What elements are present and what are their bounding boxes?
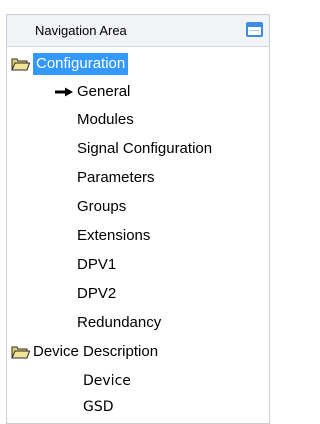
panel-header: Navigation Area [7,15,269,47]
tree-item-label: DPV1 [77,256,117,273]
tree-item-label: Device [83,373,131,389]
tree-item-label: GSD [83,399,114,415]
tree-item-label: Redundancy [77,314,162,331]
tree-item-label: Groups [77,198,127,215]
tree-item-label: Parameters [77,169,155,186]
arrow-right-icon [55,87,73,97]
tree-item-label: Signal Configuration [77,140,213,157]
tree-item-label: DPV2 [77,285,117,302]
panel-title: Navigation Area [35,23,127,38]
tree-item-label: Configuration [33,53,129,75]
tree-item-label: General [77,83,131,100]
tree-item-label: Device Description [33,343,159,360]
window-toggle-icon[interactable] [246,22,263,37]
tree-item-label: Modules [77,111,134,128]
tree-item-label: Extensions [77,227,151,244]
folder-open-icon [11,58,30,71]
folder-open-icon [11,346,30,359]
